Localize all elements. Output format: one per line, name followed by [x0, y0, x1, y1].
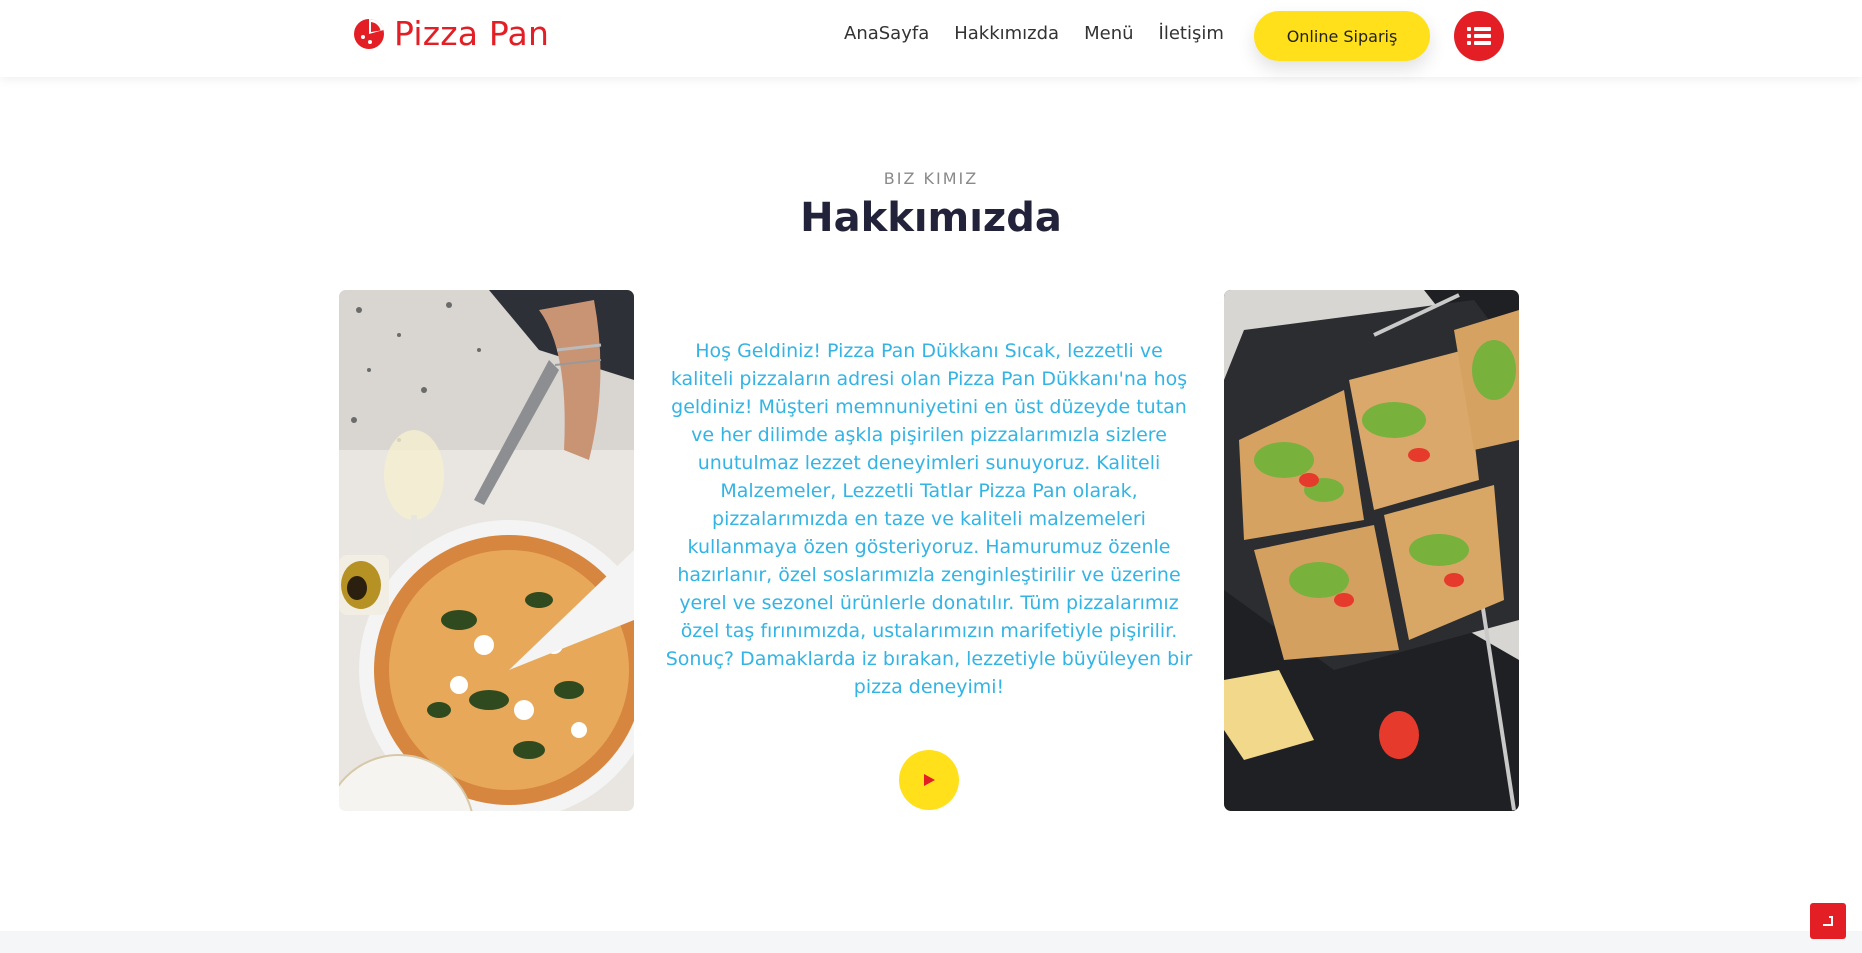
main-nav: AnaSayfa Hakkımızda Menü İletişim: [844, 23, 1224, 44]
online-order-button[interactable]: Online Sipariş: [1254, 11, 1430, 61]
about-description: Hoş Geldiniz! Pizza Pan Dükkanı Sıcak, l…: [665, 340, 1193, 698]
nav-link-iletisim[interactable]: İletişim: [1159, 23, 1224, 44]
play-video-button[interactable]: [899, 750, 959, 810]
list-icon: [1467, 27, 1491, 45]
navbar: Pizza Pan AnaSayfa Hakkımızda Menü İleti…: [0, 0, 1862, 77]
nav-link-anasayfa[interactable]: AnaSayfa: [844, 23, 929, 44]
brand-logo[interactable]: Pizza Pan: [352, 14, 549, 53]
arrow-up-icon: [1823, 916, 1833, 926]
pizza-slice-icon: [354, 18, 384, 49]
nav-link-menu[interactable]: Menü: [1084, 23, 1133, 44]
pizza-photo-left: [339, 290, 634, 811]
section-title: Hakkımızda: [800, 195, 1062, 241]
pizza-photo-right: [1224, 290, 1519, 811]
play-icon: [924, 774, 935, 786]
menu-toggle-button[interactable]: [1454, 11, 1504, 61]
nav-link-hakkimizda[interactable]: Hakkımızda: [954, 23, 1059, 44]
scroll-to-top-button[interactable]: [1810, 903, 1846, 939]
brand-name: Pizza Pan: [394, 14, 550, 53]
section-subtitle: BIZ KIMIZ: [883, 169, 979, 188]
footer-strip: [0, 931, 1862, 953]
